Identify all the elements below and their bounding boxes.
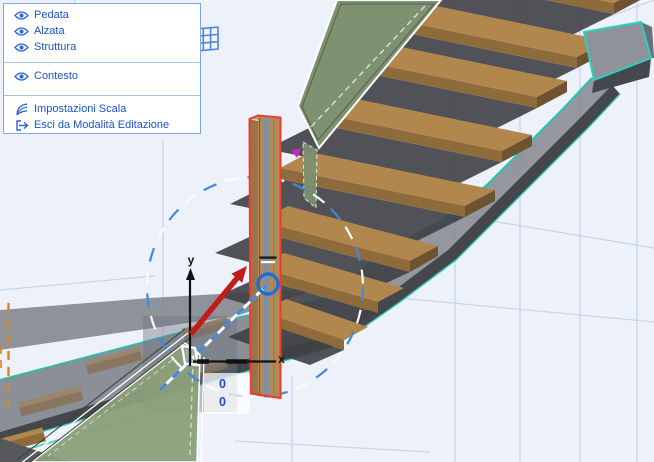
x-axis-label: x <box>278 352 285 366</box>
menu-item-label: Struttura <box>34 41 77 53</box>
eye-icon <box>13 10 30 21</box>
menu-item-contesto[interactable]: Contesto <box>4 68 200 84</box>
eye-icon <box>13 42 30 53</box>
coordinate-tracker: 0 0 <box>204 373 250 414</box>
menu-item-pedata[interactable]: Pedata <box>4 7 200 23</box>
app-viewport: y x Pedata Alzata Struttura Contesto Imp… <box>0 0 654 462</box>
exit-icon <box>13 119 30 132</box>
menu-item-label: Impostazioni Scala <box>34 103 127 115</box>
menu-item-label: Alzata <box>34 25 65 37</box>
menu-item-label: Esci da Modalità Editazione <box>34 119 170 131</box>
menu-item-esci[interactable]: Esci da Modalità Editazione <box>4 117 200 133</box>
menu-item-alzata[interactable]: Alzata <box>4 23 200 39</box>
menu-item-struttura[interactable]: Struttura <box>4 39 200 55</box>
eye-icon <box>13 71 30 82</box>
menu-separator <box>4 95 200 96</box>
menu-item-label: Pedata <box>34 9 69 21</box>
menu-item-impostazioni-scala[interactable]: Impostazioni Scala <box>4 101 200 117</box>
context-menu: Pedata Alzata Struttura Contesto Imposta… <box>3 3 201 134</box>
y-axis-label: y <box>188 253 195 267</box>
menu-separator <box>4 62 200 63</box>
eye-icon <box>13 26 30 37</box>
menu-item-label: Contesto <box>34 70 79 82</box>
stair-settings-icon <box>13 102 30 116</box>
tracker-field-y[interactable]: 0 <box>204 393 250 411</box>
tracker-field-x[interactable]: 0 <box>204 375 250 393</box>
